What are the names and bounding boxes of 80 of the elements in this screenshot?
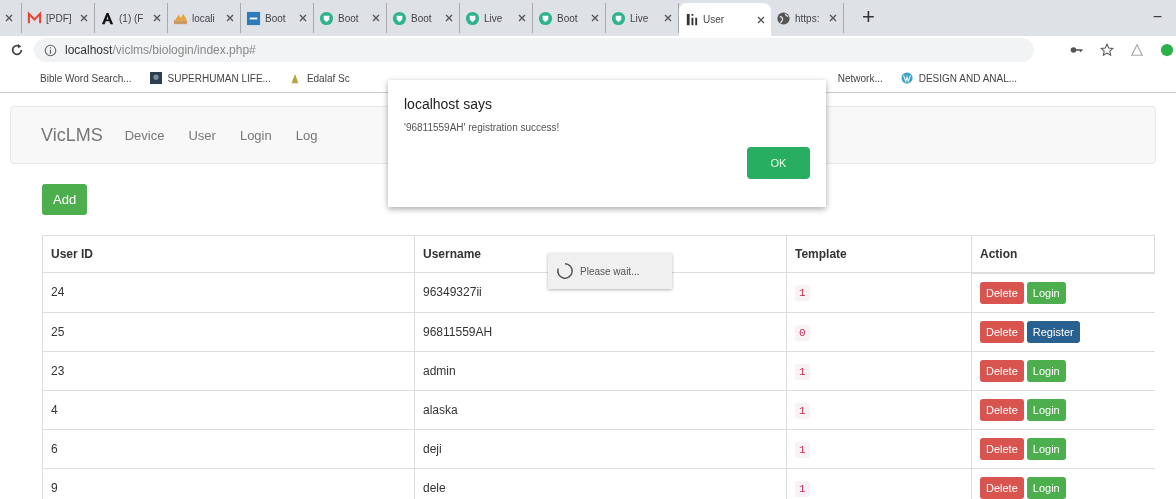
browser-tab[interactable]: User: [679, 3, 771, 36]
minimize-button[interactable]: −: [1152, 8, 1162, 26]
template-code: 0: [795, 324, 810, 341]
bookmark[interactable]: Edalaf Sc: [288, 72, 350, 84]
delete-button[interactable]: Delete: [980, 438, 1024, 460]
template-code: 1: [795, 480, 810, 497]
template-code: 1: [795, 402, 810, 419]
close-icon[interactable]: [371, 13, 381, 23]
star-icon[interactable]: [1100, 43, 1114, 57]
bookmark[interactable]: SUPERHUMAN LIFE...: [149, 72, 271, 84]
spinner-icon: [556, 262, 574, 280]
browser-tab[interactable]: [PDF]: [22, 3, 95, 33]
delete-button[interactable]: Delete: [980, 477, 1024, 499]
wordpress-icon: [900, 72, 913, 84]
delete-button[interactable]: Delete: [980, 282, 1024, 304]
close-icon[interactable]: [4, 13, 14, 23]
table-cell: admin: [414, 351, 787, 390]
browser-tab[interactable]: Boot: [314, 3, 387, 33]
shield-icon: [611, 10, 626, 26]
nav-link[interactable]: User: [188, 127, 216, 143]
mail-icon: [27, 10, 42, 26]
close-icon[interactable]: [225, 13, 235, 23]
table-cell: 96811559AH: [414, 312, 787, 351]
browser-tab[interactable]: Boot: [241, 3, 314, 33]
column-header: Template: [786, 235, 972, 273]
close-icon[interactable]: [828, 13, 838, 23]
info-icon: [44, 43, 57, 57]
delete-button[interactable]: Delete: [980, 360, 1024, 382]
bookmark[interactable]: DESIGN AND ANAL...: [900, 72, 1018, 84]
browser-tab[interactable]: Boot: [533, 3, 606, 33]
address-bar[interactable]: localhost/viclms/biologin/index.php#: [34, 38, 1034, 62]
bookmark[interactable]: Network...: [837, 72, 883, 84]
nav-link[interactable]: Login: [239, 127, 272, 143]
letter-icon: [100, 10, 115, 26]
browser-tab[interactable]: (1) (F: [95, 3, 168, 33]
close-icon[interactable]: [298, 13, 308, 23]
column-header: Action: [971, 235, 1155, 273]
close-icon[interactable]: [152, 13, 162, 23]
shield-icon: [319, 10, 334, 26]
shield-icon: [465, 10, 480, 26]
new-tab-button[interactable]: +: [862, 4, 875, 30]
column-header: User ID: [42, 235, 415, 273]
bookmark[interactable]: Bible Word Search...: [40, 72, 132, 84]
dialog-title: localhost says: [404, 96, 493, 112]
template-code: 1: [795, 441, 810, 458]
reload-icon[interactable]: [10, 43, 24, 57]
extension-icon[interactable]: [1160, 43, 1174, 57]
browser-tab[interactable]: Live: [460, 3, 533, 33]
photo-icon: [149, 72, 162, 84]
globe-icon: [776, 10, 791, 26]
table-cell: 23: [42, 351, 415, 390]
dialog-message: '96811559AH' registration success!: [404, 122, 561, 133]
nav-link[interactable]: Device: [124, 127, 165, 143]
shield-icon: [538, 10, 553, 26]
table-cell: deji: [414, 429, 787, 468]
table-cell: 25: [42, 312, 415, 351]
browser-tab[interactable]: locali: [168, 3, 241, 33]
browser-tab[interactable]: https:: [771, 3, 844, 33]
close-icon[interactable]: [517, 13, 527, 23]
table-cell: 9: [42, 468, 415, 499]
close-icon[interactable]: [756, 14, 766, 25]
page-icon: [684, 12, 699, 27]
table-cell: 6: [42, 429, 415, 468]
square-icon: [246, 10, 261, 26]
table-cell: 24: [42, 272, 415, 312]
browser-tab[interactable]: Boot: [387, 3, 460, 33]
nav-link[interactable]: Log: [295, 127, 318, 143]
brand-link[interactable]: VicLMS: [41, 124, 103, 146]
close-icon[interactable]: [444, 13, 454, 23]
shield-icon: [392, 10, 407, 26]
close-icon[interactable]: [663, 13, 673, 23]
register-button[interactable]: Register: [1026, 321, 1080, 343]
template-code: 1: [795, 363, 810, 380]
table-cell: 4: [42, 390, 415, 429]
template-code: 1: [795, 285, 810, 302]
table-cell: alaska: [414, 390, 787, 429]
delete-button[interactable]: Delete: [980, 399, 1024, 421]
close-icon[interactable]: [590, 13, 600, 23]
close-icon[interactable]: [79, 13, 89, 23]
delete-button[interactable]: Delete: [980, 321, 1024, 343]
